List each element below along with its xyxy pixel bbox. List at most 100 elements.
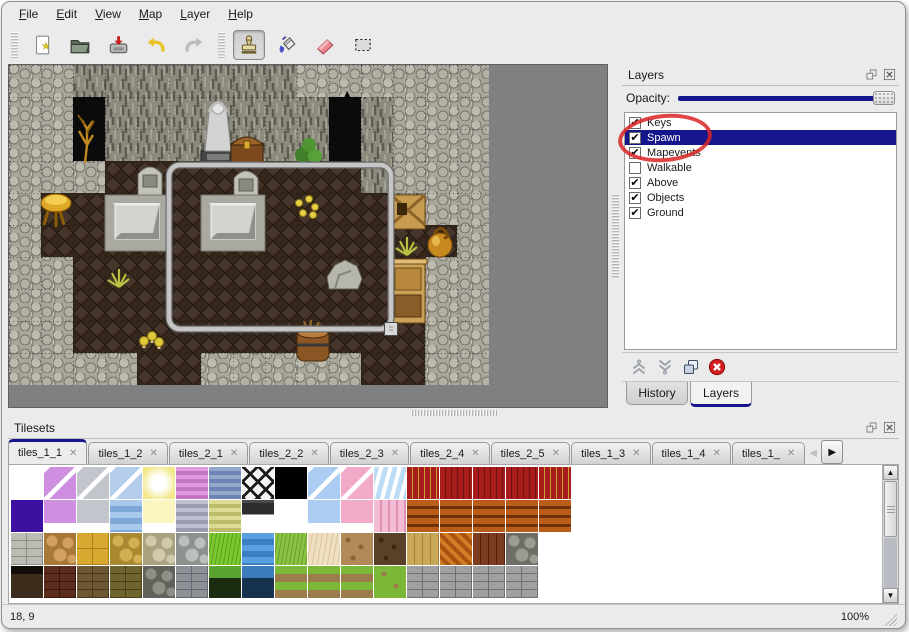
menu-item-layer[interactable]: Layer: [171, 4, 219, 24]
tileset-tile[interactable]: [341, 467, 373, 499]
dock-tab-history[interactable]: History: [626, 382, 688, 405]
menu-item-view[interactable]: View: [86, 4, 130, 24]
tileset-tile[interactable]: [473, 500, 505, 532]
tileset-tile[interactable]: [275, 500, 307, 532]
tileset-tile[interactable]: [539, 467, 571, 499]
tileset-tab-tiles_1_2[interactable]: tiles_1_2✕: [88, 442, 167, 464]
tileset-tile[interactable]: [44, 566, 76, 598]
tileset-tile[interactable]: [341, 500, 373, 532]
menu-item-help[interactable]: Help: [219, 4, 262, 24]
tileset-tile[interactable]: [308, 500, 340, 532]
tileset-tile[interactable]: [143, 533, 175, 565]
tilesets-close-icon[interactable]: [882, 420, 897, 435]
tileset-tile[interactable]: [407, 467, 439, 499]
tileset-tile[interactable]: [506, 533, 538, 565]
layer-row-walkable[interactable]: Walkable: [625, 160, 896, 175]
tab-close-icon[interactable]: ✕: [632, 448, 640, 459]
opacity-slider-track[interactable]: [678, 96, 895, 101]
tileset-tile[interactable]: [143, 467, 175, 499]
tileset-tile[interactable]: [407, 500, 439, 532]
tileset-tile[interactable]: [308, 566, 340, 598]
tileset-tile[interactable]: [44, 500, 76, 532]
tileset-tile[interactable]: [374, 500, 406, 532]
horizontal-splitter[interactable]: [2, 408, 905, 417]
tab-close-icon[interactable]: ✕: [391, 448, 399, 459]
horizontal-splitter-grip[interactable]: [411, 410, 497, 416]
tileset-tile[interactable]: [407, 566, 439, 598]
tileset-tile[interactable]: [110, 533, 142, 565]
tileset-tile[interactable]: [209, 467, 241, 499]
tileset-vertical-scrollbar[interactable]: ▲ ▼: [882, 465, 898, 603]
map-canvas[interactable]: [8, 64, 608, 408]
tileset-tab-tiles_2_5[interactable]: tiles_2_5✕: [491, 442, 570, 464]
duplicate-layer-button[interactable]: [678, 354, 704, 380]
tileset-tab-tiles_2_4[interactable]: tiles_2_4✕: [410, 442, 489, 464]
layer-visibility-checkbox[interactable]: ✔: [629, 147, 641, 159]
vertical-splitter-grip[interactable]: [612, 194, 619, 278]
tileset-tile[interactable]: [275, 467, 307, 499]
tileset-tile[interactable]: [176, 566, 208, 598]
opacity-slider[interactable]: [678, 90, 895, 106]
tab-close-icon[interactable]: ✕: [69, 448, 77, 459]
layer-visibility-checkbox[interactable]: [629, 162, 641, 174]
save-button[interactable]: [102, 30, 134, 60]
tileset-tile[interactable]: [77, 533, 109, 565]
layer-visibility-checkbox[interactable]: ✔: [629, 132, 641, 144]
tileset-tab-tiles_1_1[interactable]: tiles_1_1✕: [8, 439, 87, 464]
float-icon[interactable]: [864, 67, 879, 82]
tileset-tile[interactable]: [77, 500, 109, 532]
tileset-tile[interactable]: [176, 500, 208, 532]
tileset-tile[interactable]: [440, 500, 472, 532]
layer-visibility-checkbox[interactable]: ✔: [629, 177, 641, 189]
fill-button[interactable]: [271, 30, 303, 60]
tileset-tile[interactable]: [143, 566, 175, 598]
tileset-tile[interactable]: [506, 500, 538, 532]
toolbar-drag-handle[interactable]: [11, 32, 18, 58]
tileset-tile[interactable]: [11, 566, 43, 598]
layer-row-keys[interactable]: ✔Keys: [625, 115, 896, 130]
map-render[interactable]: [9, 65, 489, 385]
tileset-tile[interactable]: [11, 467, 43, 499]
toolbar-drag-handle[interactable]: [218, 32, 225, 58]
layer-row-spawn[interactable]: ✔Spawn: [625, 130, 896, 145]
tab-close-icon[interactable]: ✕: [310, 448, 318, 459]
redo-button[interactable]: [178, 30, 210, 60]
tabs-scroll-right-icon[interactable]: ▶: [821, 440, 843, 464]
tileset-tile[interactable]: [242, 533, 274, 565]
tileset-tile[interactable]: [341, 566, 373, 598]
tileset-tile[interactable]: [473, 467, 505, 499]
undo-button[interactable]: [140, 30, 172, 60]
tileset-tab-tiles_2_3[interactable]: tiles_2_3✕: [330, 442, 409, 464]
layer-row-mapevents[interactable]: ✔Mapevents: [625, 145, 896, 160]
dock-tab-layers[interactable]: Layers: [690, 382, 752, 407]
layer-visibility-checkbox[interactable]: ✔: [629, 192, 641, 204]
move-up-layer-button[interactable]: [626, 354, 652, 380]
move-down-layer-button[interactable]: [652, 354, 678, 380]
tileset-tile[interactable]: [506, 467, 538, 499]
layer-row-above[interactable]: ✔Above: [625, 175, 896, 190]
tileset-tab-tiles_1_4[interactable]: tiles_1_4✕: [652, 442, 731, 464]
tileset-tile[interactable]: [341, 533, 373, 565]
tileset-tab-tiles_1_3[interactable]: tiles_1_3✕: [571, 442, 650, 464]
tileset-tile[interactable]: [374, 566, 406, 598]
select-rect-button[interactable]: [347, 30, 379, 60]
eraser-button[interactable]: [309, 30, 341, 60]
close-icon[interactable]: [882, 67, 897, 82]
tileset-tile[interactable]: [77, 566, 109, 598]
tab-close-icon[interactable]: ✕: [149, 448, 157, 459]
tileset-tile[interactable]: [275, 566, 307, 598]
tilesets-float-icon[interactable]: [864, 420, 879, 435]
tab-close-icon[interactable]: ✕: [230, 448, 238, 459]
tileset-tile[interactable]: [242, 566, 274, 598]
delete-layer-button[interactable]: [704, 354, 730, 380]
tileset-tile[interactable]: [44, 467, 76, 499]
tileset-tile[interactable]: [440, 533, 472, 565]
scroll-up-icon[interactable]: ▲: [883, 465, 898, 480]
tileset-tile[interactable]: [11, 533, 43, 565]
tileset-tile[interactable]: [143, 500, 175, 532]
menu-item-map[interactable]: Map: [130, 4, 171, 24]
tileset-tile[interactable]: [176, 467, 208, 499]
layer-visibility-checkbox[interactable]: ✔: [629, 207, 641, 219]
menu-item-file[interactable]: File: [10, 4, 47, 24]
selection-resize-handle[interactable]: [385, 323, 398, 336]
